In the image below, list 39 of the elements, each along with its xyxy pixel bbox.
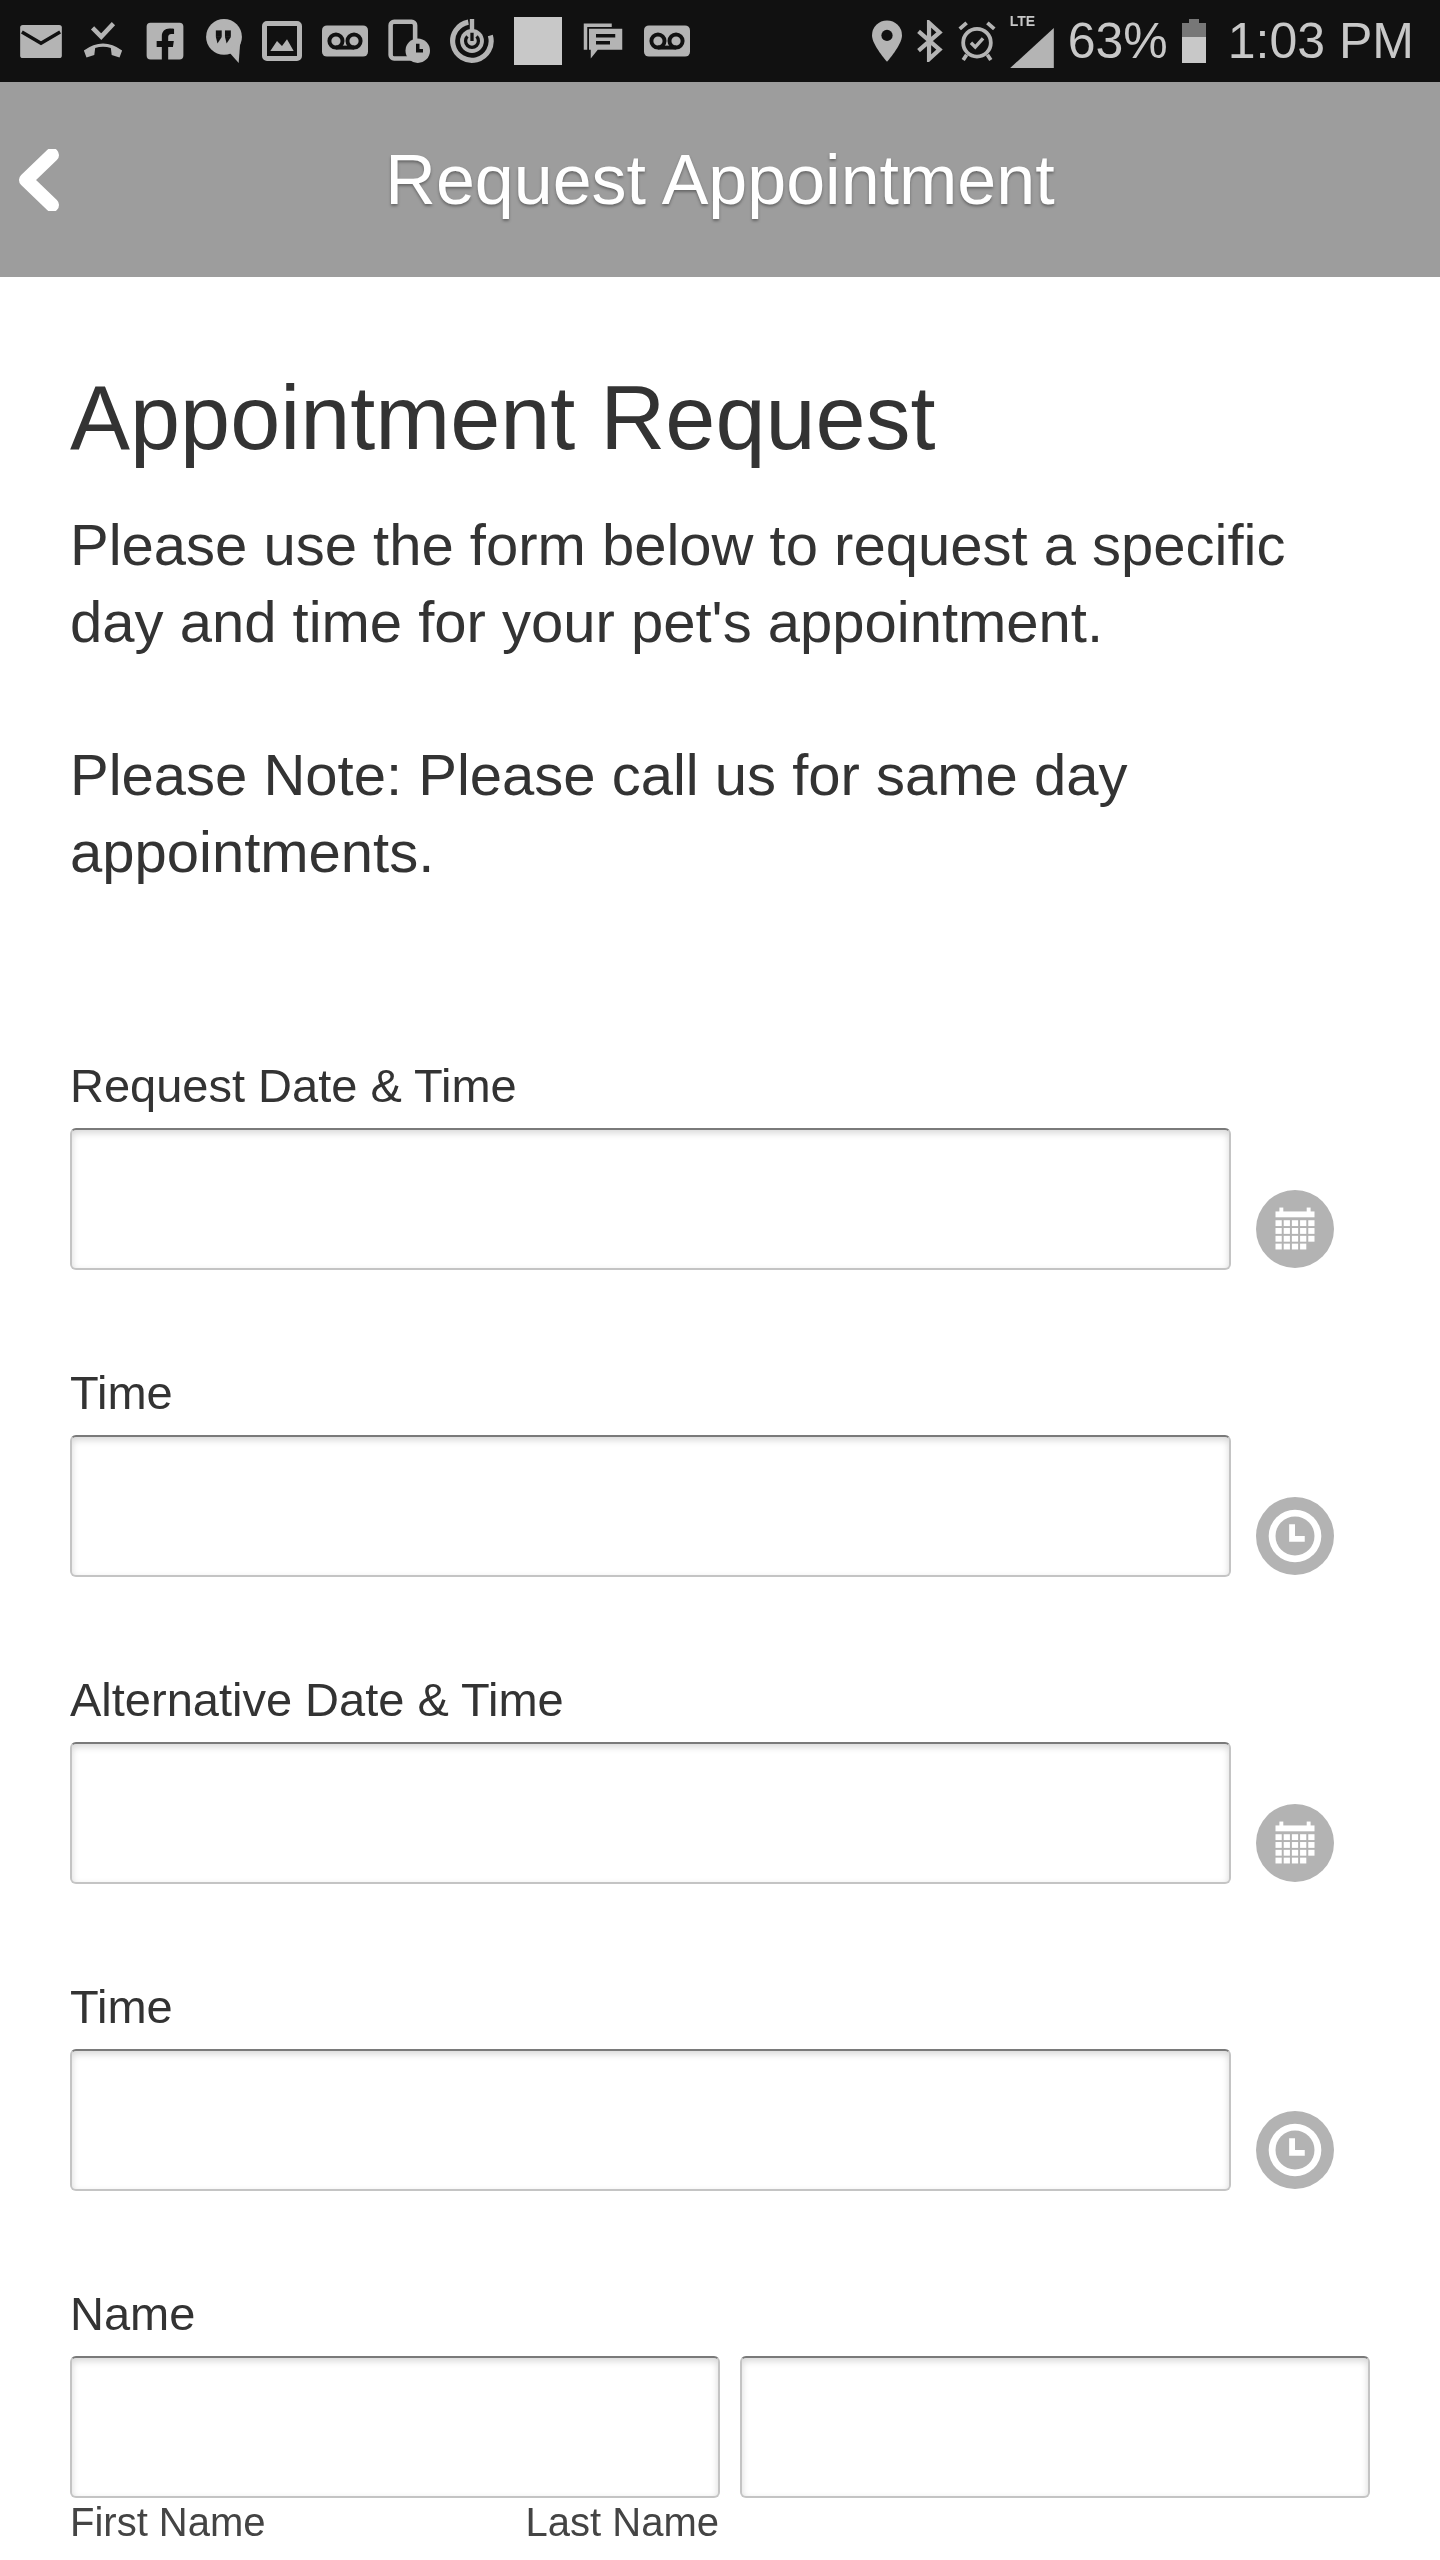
location-pin-icon xyxy=(871,20,902,62)
network-type-label: LTE xyxy=(1009,14,1036,28)
field-label: Name xyxy=(70,2286,196,2342)
field-label: Alternative Date & Time xyxy=(70,1672,564,1728)
input-field[interactable] xyxy=(70,2049,1231,2191)
input-field[interactable] xyxy=(70,2356,720,2498)
signal-icon xyxy=(1009,28,1054,68)
calendar-icon[interactable] xyxy=(1256,1190,1334,1268)
field-label: Request Date & Time xyxy=(70,1058,517,1114)
field-label: Time xyxy=(70,1365,173,1421)
clock-icon[interactable] xyxy=(1256,1497,1334,1575)
image-icon xyxy=(262,21,302,61)
input-field[interactable] xyxy=(70,1128,1231,1270)
calendar-icon[interactable] xyxy=(1256,1804,1334,1882)
quote-bubble-icon xyxy=(206,19,242,63)
field-sublabel: Last Name xyxy=(525,2500,719,2544)
input-field[interactable] xyxy=(70,1435,1231,1577)
circular-arrow-icon xyxy=(450,19,494,63)
tablet-clock-icon xyxy=(388,19,430,63)
field-label: Time xyxy=(70,1979,173,2035)
input-field[interactable] xyxy=(70,1742,1231,1884)
page-heading: Appointment Request xyxy=(70,368,936,468)
facebook-icon xyxy=(144,20,186,62)
mail-icon xyxy=(20,24,62,58)
field-sublabel: First Name xyxy=(70,2500,266,2544)
battery-percent: 63% xyxy=(1067,13,1168,69)
battery-icon xyxy=(1181,19,1206,63)
missed-call-icon xyxy=(82,21,124,61)
header-title: Request Appointment xyxy=(385,139,1055,220)
alarm-clock-icon xyxy=(957,20,996,62)
intro-paragraph: Please Note: Please call us for same day appointments. xyxy=(70,741,1129,886)
voicemail-icon xyxy=(322,25,368,57)
clock-time: 1:03 PM xyxy=(1227,13,1414,69)
input-field[interactable] xyxy=(740,2356,1370,2498)
bluetooth-icon xyxy=(915,20,944,62)
app-logo-placeholder xyxy=(514,17,562,65)
intro-paragraph: Please use the form below to request a specific day and time for your pet's appointment. xyxy=(70,511,1287,656)
clock-icon[interactable] xyxy=(1256,2111,1334,2189)
voicemail-icon xyxy=(644,25,690,57)
